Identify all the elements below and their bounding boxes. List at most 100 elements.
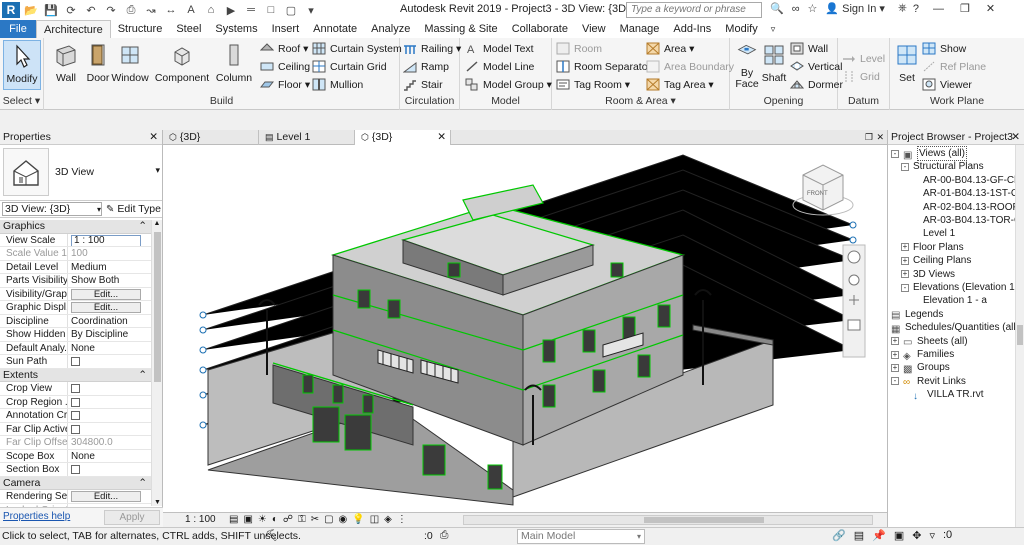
property-value[interactable]: By Discipline — [68, 328, 151, 341]
tree-node[interactable]: Elevation 1 - a — [911, 294, 987, 307]
property-value[interactable] — [68, 409, 151, 422]
tab-analyze[interactable]: Analyze — [364, 20, 417, 38]
search-input[interactable]: Type a keyword or phrase — [626, 2, 762, 18]
tag-room-button[interactable]: Tag Room ▾ — [556, 76, 630, 93]
property-row[interactable]: Discipline Coordination — [0, 314, 151, 328]
stair-button[interactable]: Stair — [403, 76, 443, 93]
property-row[interactable]: Sun Path — [0, 355, 151, 369]
edit-button[interactable]: Edit... — [71, 288, 141, 300]
railing-button[interactable]: Railing ▾ — [403, 40, 461, 57]
collapse-icon[interactable]: - — [901, 162, 909, 171]
property-row[interactable]: Parts Visibility Show Both — [0, 274, 151, 288]
close-hidden-icon[interactable]: □ — [262, 2, 280, 18]
checkbox[interactable] — [71, 424, 80, 434]
steering-wheel-icon[interactable] — [847, 250, 861, 264]
tree-node[interactable]: ▤ Legends — [891, 308, 943, 322]
view-tab-3d-active[interactable]: ⬡ {3D} ✕ — [355, 130, 451, 145]
section-icon[interactable]: ▶ — [222, 2, 240, 18]
ribbon-toggle-icon[interactable]: ▿ — [771, 20, 776, 38]
detail-level-icon[interactable]: ▤ — [229, 514, 238, 525]
drawing-area[interactable]: FRONT — [163, 145, 887, 512]
modify-button[interactable]: Modify — [3, 40, 41, 90]
search-icon[interactable]: 🔍 — [770, 2, 784, 15]
edit-button[interactable]: Edit... — [71, 302, 141, 313]
tree-node[interactable]: + ▩ Groups — [891, 361, 950, 375]
worksets-icon[interactable]: ⛏ — [264, 529, 278, 542]
aligned-dimension-icon[interactable]: ↔ — [162, 2, 180, 18]
tab-insert[interactable]: Insert — [265, 20, 307, 38]
properties-scrollbar[interactable]: ▲ ▼ — [151, 220, 162, 506]
visual-style-icon[interactable]: ▣ — [243, 514, 252, 525]
expand-icon[interactable]: + — [891, 363, 899, 372]
scroll-thumb[interactable] — [1017, 325, 1023, 345]
level-button[interactable]: Level — [842, 50, 885, 67]
apply-button[interactable]: Apply — [104, 510, 160, 525]
view-tab-level-1[interactable]: ▤ Level 1 — [259, 130, 355, 145]
category-camera[interactable]: Camera ⌃ — [0, 476, 151, 490]
close-button[interactable]: ✕ — [986, 2, 995, 15]
revit-app-button[interactable]: R — [2, 2, 20, 18]
tab-systems[interactable]: Systems — [208, 20, 264, 38]
expand-icon[interactable]: + — [901, 243, 909, 252]
view-tab-3d-1[interactable]: ⬡ {3D} — [163, 130, 259, 145]
roof-button[interactable]: Roof ▾ — [260, 40, 308, 57]
property-value[interactable] — [68, 463, 151, 476]
property-row[interactable]: Far Clip Offset 304800.0 — [0, 436, 151, 450]
thin-lines-icon[interactable]: ═ — [242, 2, 260, 18]
curtain-system-button[interactable]: Curtain System — [312, 40, 402, 57]
wall-opening-button[interactable]: Wall — [790, 40, 828, 57]
expand-icon[interactable]: + — [891, 337, 899, 346]
property-row[interactable]: Show Hidden ...By Discipline — [0, 328, 151, 342]
property-value[interactable]: None — [68, 450, 151, 463]
property-value[interactable] — [68, 423, 151, 436]
redo-icon[interactable]: ↷ — [102, 2, 120, 18]
switch-windows-icon[interactable]: ▢ — [282, 2, 300, 18]
property-value[interactable]: Show Both — [68, 274, 151, 287]
show-work-plane-button[interactable]: Show — [922, 40, 966, 57]
property-value[interactable] — [68, 396, 151, 409]
scroll-up-icon[interactable]: ▲ — [152, 220, 162, 227]
default-3d-icon[interactable]: ⌂ — [202, 2, 220, 18]
view-scale[interactable]: 1 : 100 — [185, 514, 216, 525]
tree-node[interactable]: AR-02-B04.13-ROOF- — [911, 201, 1022, 214]
scroll-thumb[interactable] — [154, 232, 161, 382]
shadows-icon[interactable]: ◐ — [272, 514, 278, 525]
edit-type-button[interactable]: ✎ Edit Type — [106, 203, 161, 215]
property-row[interactable]: Default Analy... None — [0, 341, 151, 355]
curtain-grid-button[interactable]: Curtain Grid — [312, 58, 387, 75]
hide-crop-icon[interactable]: ▢ — [324, 514, 333, 525]
tab-close-icon[interactable]: ✕ — [876, 130, 884, 145]
view-selector[interactable]: 3D View: {3D} ▾ — [2, 202, 102, 216]
set-button[interactable]: Set — [892, 40, 922, 90]
property-row[interactable]: Scope Box None — [0, 449, 151, 463]
property-value[interactable]: Edit... — [68, 490, 151, 503]
expand-icon[interactable]: + — [901, 270, 909, 279]
model-line-button[interactable]: Model Line — [465, 58, 534, 75]
column-button[interactable]: Column — [214, 40, 254, 90]
edit-button[interactable]: Edit... — [71, 491, 141, 502]
property-row[interactable]: Annotation Cr... — [0, 409, 151, 423]
star-icon[interactable]: ☆ — [808, 2, 818, 15]
property-value[interactable]: None — [68, 342, 151, 355]
reveal-hidden-icon[interactable]: 💡 — [352, 514, 364, 525]
tab-annotate[interactable]: Annotate — [306, 20, 364, 38]
grid-button[interactable]: Grid — [842, 68, 880, 85]
model-text-button[interactable]: A Model Text — [465, 40, 534, 57]
property-value[interactable]: Edit... — [68, 288, 151, 301]
select-pinned-icon[interactable]: 📌 — [872, 529, 886, 542]
render-icon[interactable]: ☍ — [283, 514, 293, 525]
select-by-face-icon[interactable]: ▣ — [894, 529, 904, 542]
component-button[interactable]: Component — [154, 40, 210, 90]
checkbox[interactable] — [71, 397, 80, 407]
properties-help-link[interactable]: Properties help — [3, 511, 70, 522]
tab-view[interactable]: View — [575, 20, 613, 38]
filter-icon[interactable]: ▿ — [929, 529, 935, 542]
tab-structure[interactable]: Structure — [111, 20, 170, 38]
tab-manage[interactable]: Manage — [613, 20, 667, 38]
tab-modify[interactable]: Modify — [718, 20, 764, 38]
tree-node[interactable]: AR-00-B04.13-GF-Cl — [911, 174, 1016, 187]
editing-requests-icon[interactable]: ⎙ — [440, 529, 448, 542]
tree-node[interactable]: - ▣ Views (all) — [891, 146, 967, 161]
minimize-button[interactable]: — — [933, 3, 944, 15]
tree-node[interactable]: Level 1 — [911, 227, 955, 240]
